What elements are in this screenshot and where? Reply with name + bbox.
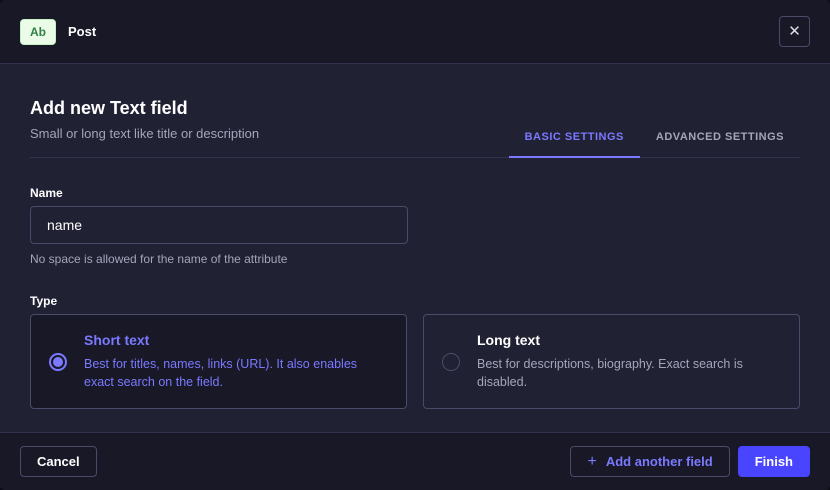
tab-basic-settings[interactable]: BASIC SETTINGS	[509, 121, 640, 158]
option-desc-short-text: Best for titles, names, links (URL). It …	[84, 355, 369, 391]
radio-unselected-icon[interactable]	[442, 353, 460, 371]
text-field-type-badge: Ab	[20, 19, 56, 45]
type-option-row: Short text Best for titles, names, links…	[30, 314, 800, 409]
type-label: Type	[30, 294, 800, 308]
type-section: Type Short text Best for titles, names, …	[30, 294, 800, 409]
modal-footer: Cancel + Add another field Finish	[0, 432, 830, 490]
option-title-short-text: Short text	[84, 332, 369, 348]
plus-icon: +	[587, 454, 596, 470]
add-another-field-label: Add another field	[606, 454, 713, 469]
tab-advanced-settings[interactable]: ADVANCED SETTINGS	[640, 121, 800, 158]
title-block: Add new Text field Small or long text li…	[30, 98, 259, 157]
add-field-modal: Ab Post ✕ Add new Text field Small or lo…	[0, 0, 830, 490]
cancel-button[interactable]: Cancel	[20, 446, 97, 477]
modal-body: Add new Text field Small or long text li…	[0, 64, 830, 432]
footer-right-actions: + Add another field Finish	[570, 446, 810, 477]
option-texts: Short text Best for titles, names, links…	[84, 332, 369, 391]
option-card-long-text[interactable]: Long text Best for descriptions, biograp…	[423, 314, 800, 409]
page-subtitle: Small or long text like title or descrip…	[30, 126, 259, 141]
add-another-field-button[interactable]: + Add another field	[570, 446, 729, 477]
close-button[interactable]: ✕	[779, 16, 810, 47]
page-title: Add new Text field	[30, 98, 259, 119]
name-input[interactable]	[30, 206, 408, 244]
settings-tabs: BASIC SETTINGS ADVANCED SETTINGS	[509, 121, 800, 157]
option-title-long-text: Long text	[477, 332, 777, 348]
form-area: Name No space is allowed for the name of…	[30, 158, 800, 409]
close-icon: ✕	[788, 24, 801, 39]
name-field-group: Name No space is allowed for the name of…	[30, 186, 800, 266]
name-label: Name	[30, 186, 800, 200]
option-desc-long-text: Best for descriptions, biography. Exact …	[477, 355, 777, 391]
finish-button[interactable]: Finish	[738, 446, 810, 477]
content-type-title: Post	[68, 24, 96, 39]
option-card-short-text[interactable]: Short text Best for titles, names, links…	[30, 314, 407, 409]
modal-header: Ab Post ✕	[0, 0, 830, 64]
name-helper-text: No space is allowed for the name of the …	[30, 252, 800, 266]
title-row: Add new Text field Small or long text li…	[30, 98, 800, 158]
option-texts: Long text Best for descriptions, biograp…	[477, 332, 777, 391]
radio-selected-icon[interactable]	[49, 353, 67, 371]
